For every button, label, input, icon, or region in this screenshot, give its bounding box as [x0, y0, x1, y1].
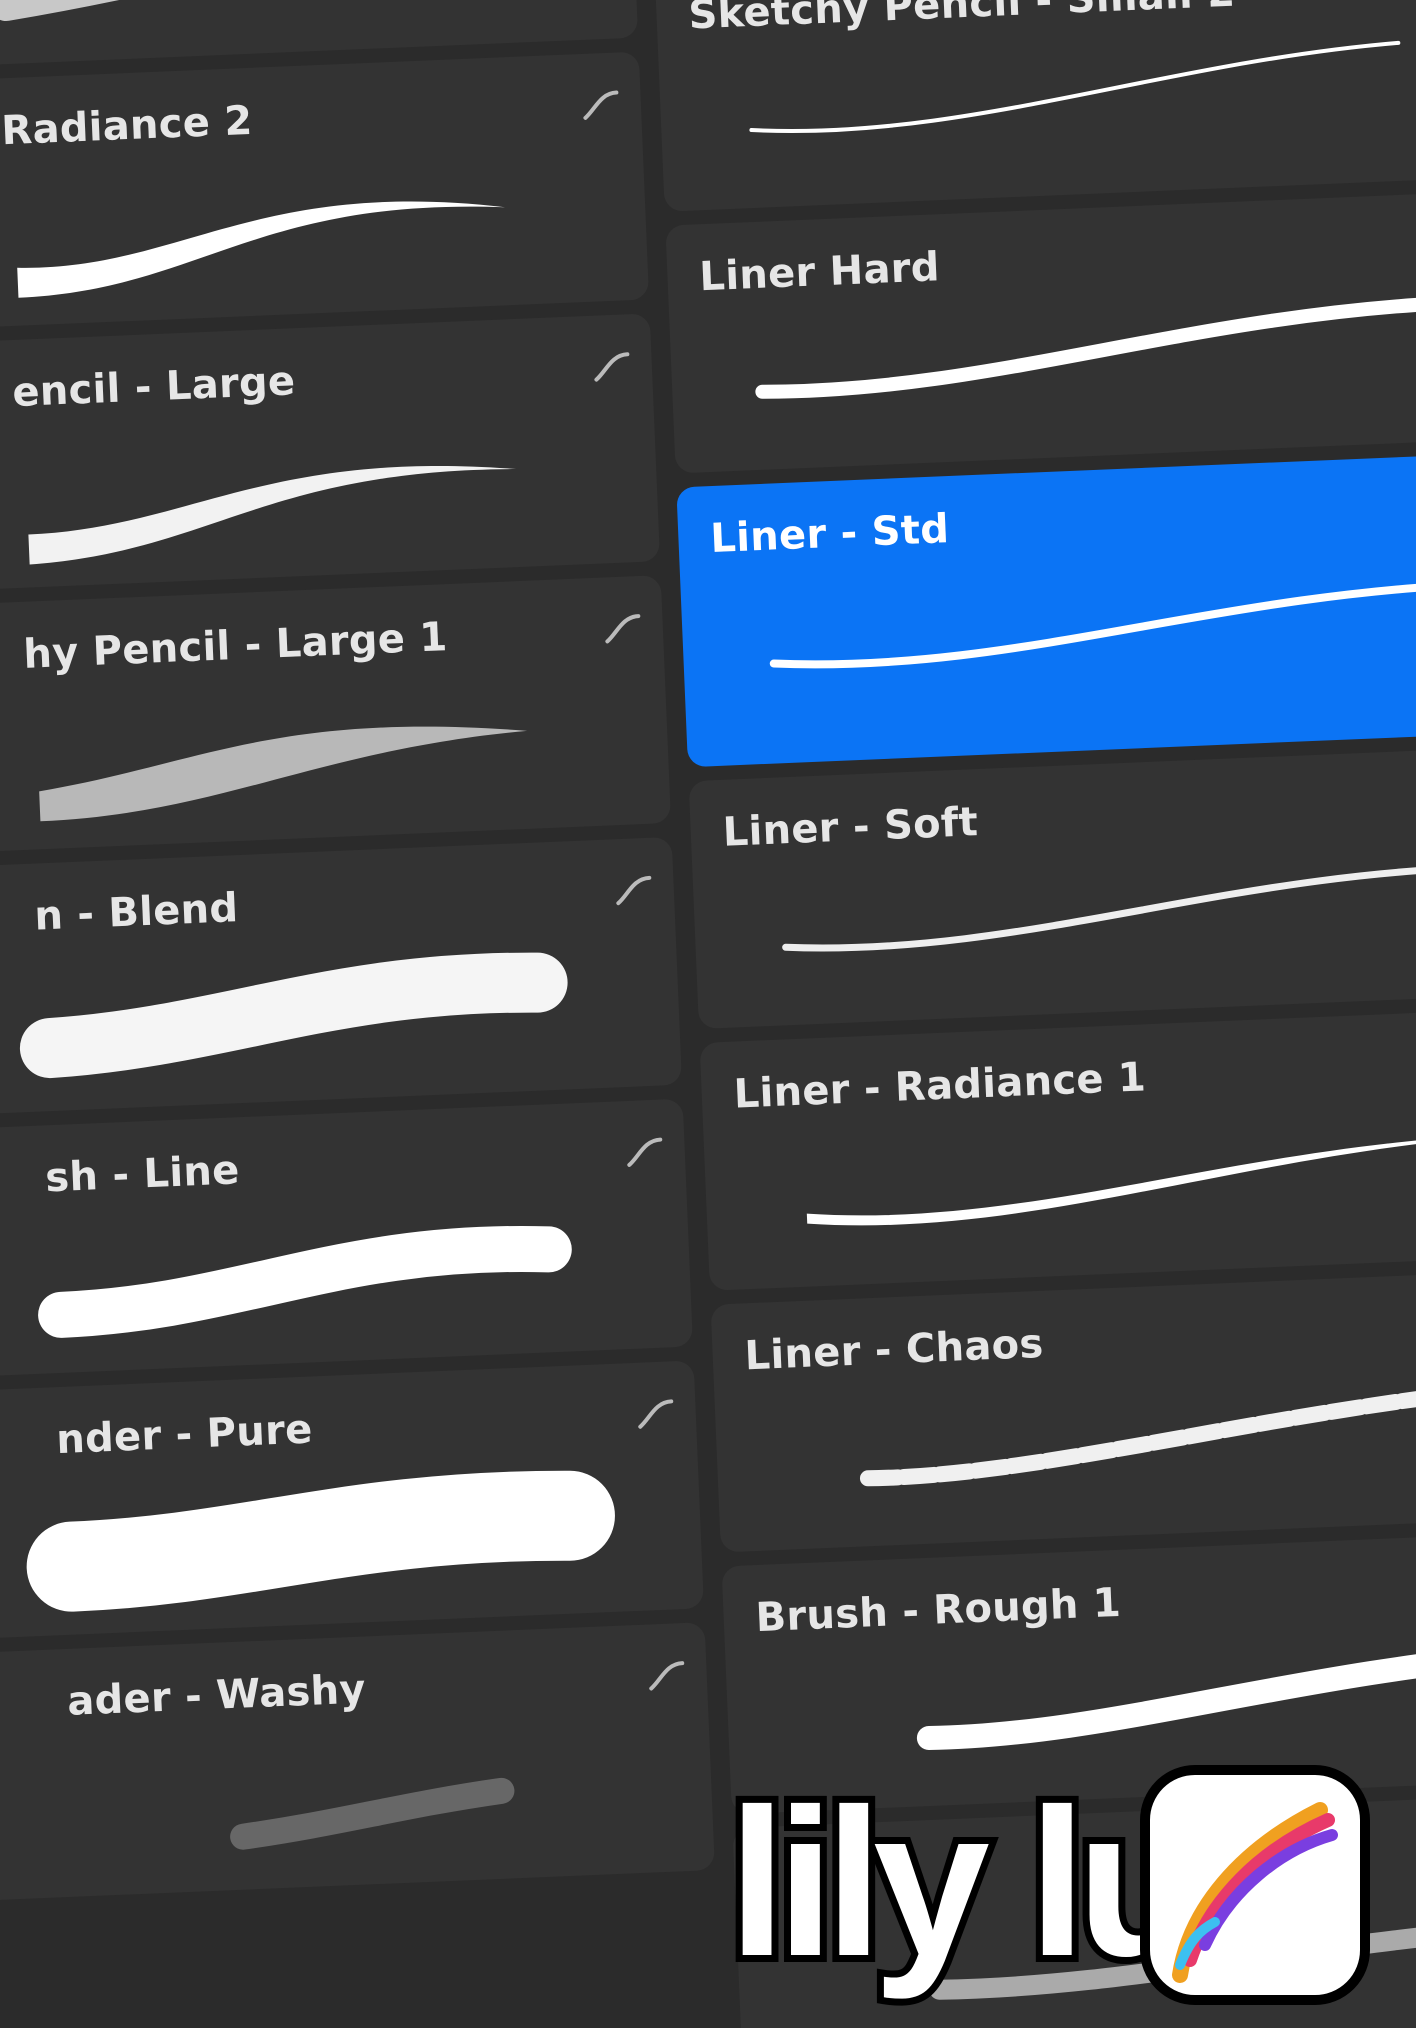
procreate-brush-icon [1140, 1765, 1370, 2005]
brush-list-right: Sketchy Pencil - Small 2 Liner Hard Line… [650, 0, 1416, 2028]
brush-list-left: Radiance 2 encil - Large hy Pencil - Lar… [0, 0, 716, 1916]
brush-source-icon [594, 352, 630, 382]
brush-stroke-preview [769, 579, 1416, 669]
brush-stroke-preview [806, 1133, 1416, 1226]
brush-item[interactable]: Radiance 2 [0, 51, 650, 332]
brush-stroke-preview [749, 40, 1401, 134]
brush-stroke-preview [782, 863, 1416, 952]
brush-source-icon [616, 875, 652, 906]
brush-stroke-preview [26, 1470, 615, 1612]
brush-source-icon [605, 614, 641, 644]
brush-stroke-preview [859, 1377, 1416, 1487]
brush-item[interactable]: n - Blend [0, 836, 683, 1117]
brush-stroke-preview [17, 201, 506, 298]
brush-stroke-preview [39, 726, 528, 822]
brush-item[interactable]: Liner Hard [665, 189, 1416, 474]
brush-source-icon [638, 1399, 674, 1429]
brush-item[interactable]: sh - Line [0, 1098, 693, 1379]
lily-lu-procreate-logo: lily lu [721, 1758, 1370, 2007]
brush-item[interactable]: Liner - Chaos [710, 1268, 1416, 1553]
brush-item[interactable]: Liner - Soft [688, 745, 1416, 1029]
brush-stroke-preview [28, 466, 517, 565]
brush-item[interactable]: ader - Washy [0, 1622, 715, 1903]
brush-item[interactable]: nder - Pure [0, 1360, 704, 1641]
brush-stroke-preview [230, 1777, 515, 1850]
brush-source-icon [649, 1661, 685, 1691]
brush-library-screen: Radiance 2 encil - Large hy Pencil - Lar… [0, 0, 1416, 2028]
brush-item[interactable]: Liner - Radiance 1 [699, 1006, 1416, 1291]
brush-item[interactable]: hy Pencil - Large 1 [0, 575, 672, 856]
brush-stroke-preview [38, 1225, 572, 1338]
brush-stroke-preview [755, 295, 1416, 399]
brush-item[interactable]: Sketchy Pencil - Small 2 [654, 0, 1416, 212]
svg-text:lily lu: lily lu [728, 1765, 1195, 2000]
brush-item-selected[interactable]: Liner - Std [676, 451, 1416, 768]
brush-stroke-preview [19, 952, 568, 1079]
brush-source-icon [583, 90, 619, 120]
brush-item[interactable]: encil - Large [0, 313, 661, 594]
brush-source-icon [627, 1137, 663, 1167]
